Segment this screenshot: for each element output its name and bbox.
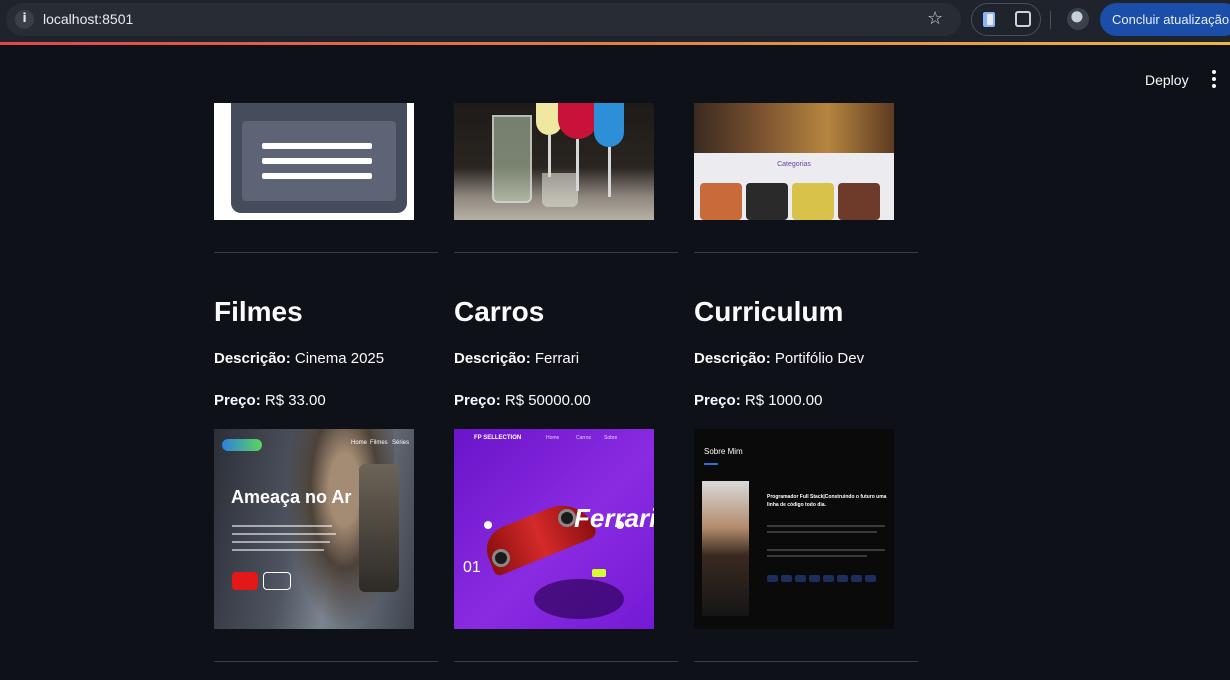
profile-avatar[interactable] <box>1067 8 1089 30</box>
product-title: Curriculum <box>694 296 844 327</box>
product-price: Preço: R$ 33.00 <box>214 392 326 409</box>
extensions-group <box>971 3 1041 36</box>
product-description: Descrição: Ferrari <box>454 350 580 367</box>
drinks-image <box>454 103 654 220</box>
loading-bar <box>0 42 1230 45</box>
next-arrow-icon <box>616 521 624 529</box>
movie-site-screenshot: Home Filmes Séries Ameaça no Ar <box>214 429 414 629</box>
product-description: Descrição: Portifólio Dev <box>694 350 865 367</box>
prev-arrow-icon <box>484 521 492 529</box>
logo-icon <box>222 439 262 451</box>
browser-toolbar: localhost:8501 ☆ Concluir atualização <box>0 0 1230 42</box>
clapperboard-image <box>214 103 414 220</box>
extension-icon[interactable] <box>983 12 995 27</box>
divider <box>214 252 438 253</box>
star-icon[interactable]: ☆ <box>927 8 943 29</box>
divider <box>694 661 918 662</box>
product-price: Preço: R$ 50000.00 <box>454 392 591 409</box>
divider <box>694 252 918 253</box>
product-title: Filmes <box>214 296 303 327</box>
divider <box>454 252 678 253</box>
url-text[interactable]: localhost:8501 <box>43 11 133 27</box>
product-price: Preço: R$ 1000.00 <box>694 392 823 409</box>
kebab-icon[interactable] <box>1212 70 1216 88</box>
divider <box>214 661 438 662</box>
toolbar-divider <box>1050 11 1051 29</box>
cv-site-screenshot: Sobre Mim Programador Full Stack|Constru… <box>694 429 894 629</box>
profile-photo <box>702 481 749 616</box>
puzzle-icon[interactable] <box>1015 11 1031 27</box>
divider <box>454 661 678 662</box>
deploy-button[interactable]: Deploy <box>1145 72 1189 88</box>
info-icon[interactable] <box>15 10 34 29</box>
car-site-screenshot: FP SELLECTION Home Carros Sobre Ferrari … <box>454 429 654 629</box>
address-bar[interactable]: localhost:8501 ☆ <box>6 3 961 36</box>
food-site-image: Categorias <box>694 103 894 220</box>
car-title: Ferrari <box>574 503 654 533</box>
update-button[interactable]: Concluir atualização <box>1100 3 1230 36</box>
product-title: Carros <box>454 296 545 327</box>
product-description: Descrição: Cinema 2025 <box>214 350 385 367</box>
movie-title: Ameaça no Ar <box>231 487 352 507</box>
